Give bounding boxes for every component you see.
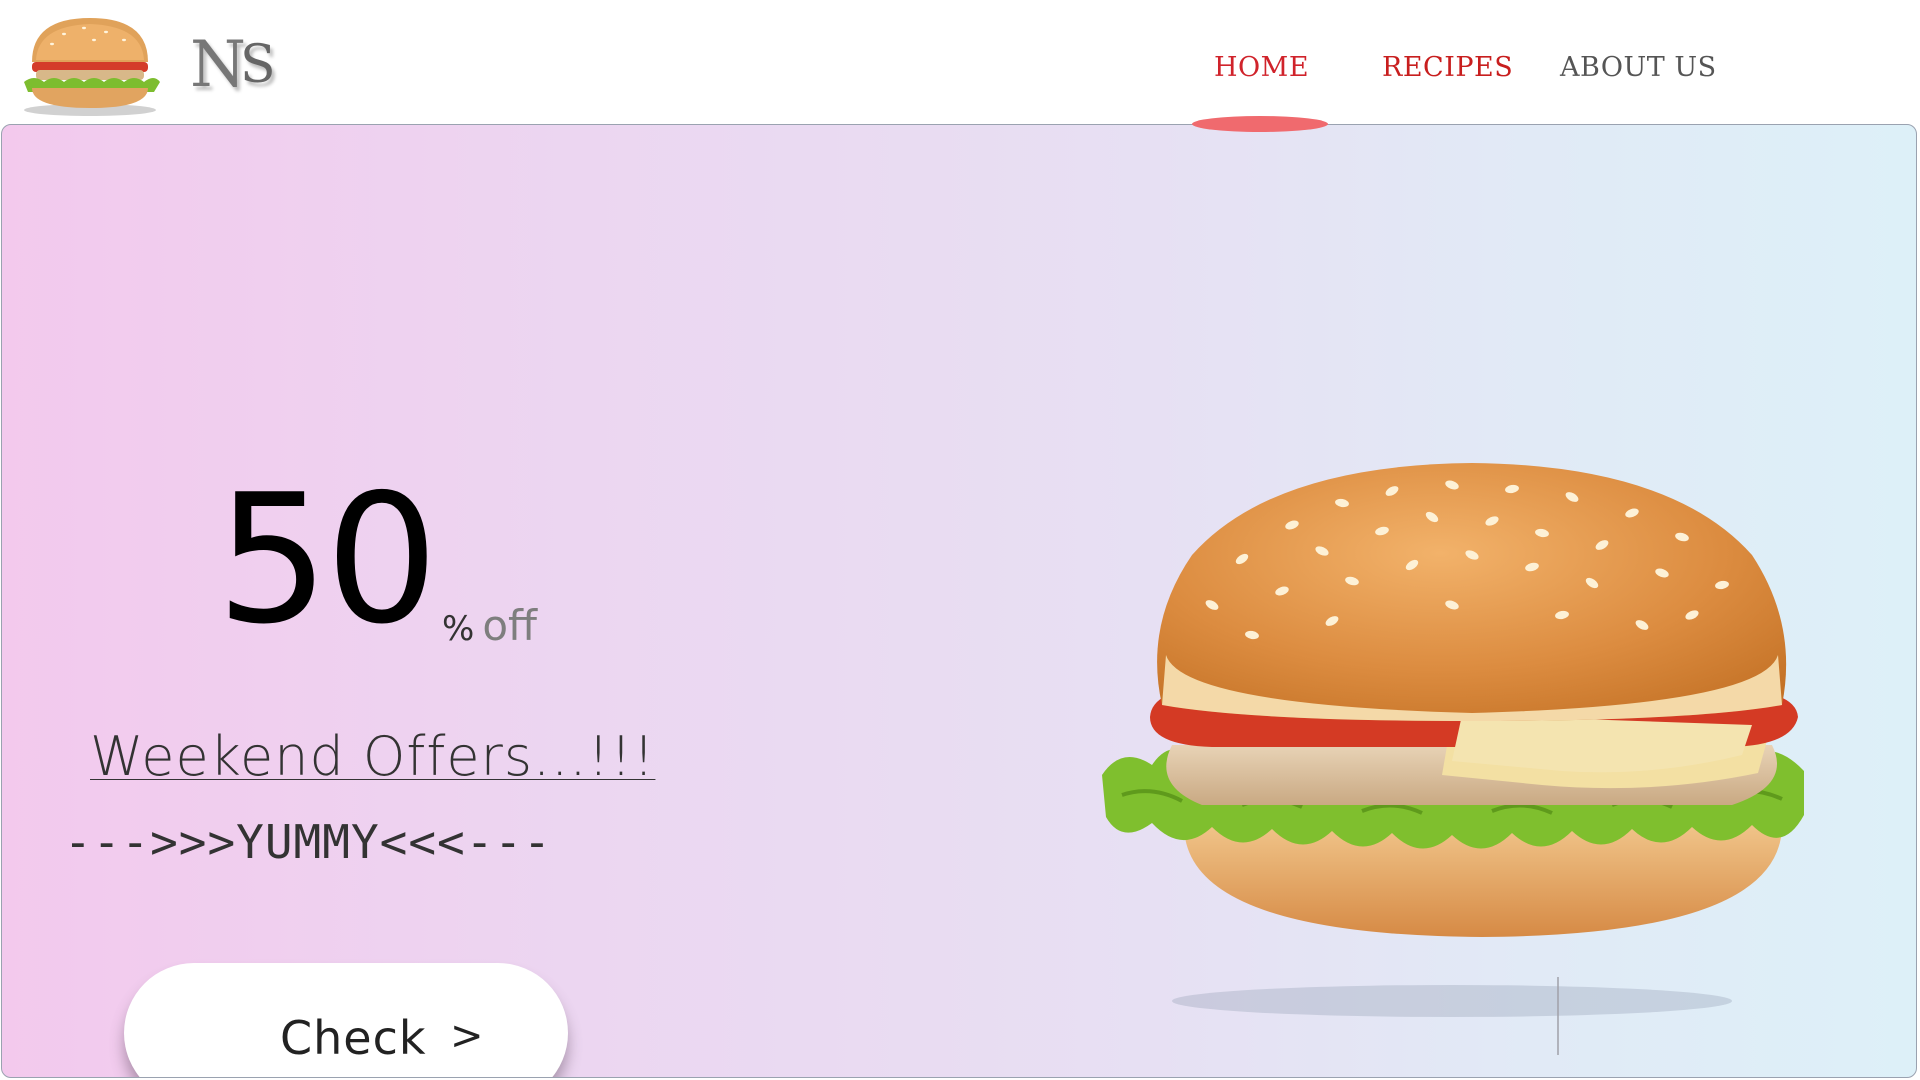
brand-logo-letter-s: S xyxy=(240,35,275,95)
burger-logo-icon[interactable] xyxy=(14,12,166,118)
brand-logo[interactable]: NS xyxy=(190,28,275,102)
site-header: NS HOME RECIPES ABOUT US xyxy=(0,0,1920,124)
nav-home[interactable]: HOME xyxy=(1214,52,1309,83)
brand-logo-letter-n: N xyxy=(190,28,246,102)
chevron-right-icon: > xyxy=(450,1013,484,1059)
check-button-label: Check xyxy=(280,1011,427,1065)
discount-percent-sign: % xyxy=(442,609,475,649)
offer-tagline: --->>>YUMMY<<<--- xyxy=(64,815,552,869)
discount-off-text: off xyxy=(482,601,537,650)
burger-hero-image xyxy=(1102,463,1804,1055)
discount-number: 50 xyxy=(216,456,438,663)
nav-recipes[interactable]: RECIPES xyxy=(1382,52,1513,83)
check-button[interactable]: Check > xyxy=(124,963,568,1077)
discount-label: % off xyxy=(442,601,537,650)
hero-banner: 50 % off Weekend Offers...!!! --->>>YUMMY… xyxy=(1,124,1917,1078)
offer-headline: Weekend Offers...!!! xyxy=(90,725,656,788)
active-nav-indicator xyxy=(1192,116,1328,132)
nav-about-us[interactable]: ABOUT US xyxy=(1560,52,1717,83)
